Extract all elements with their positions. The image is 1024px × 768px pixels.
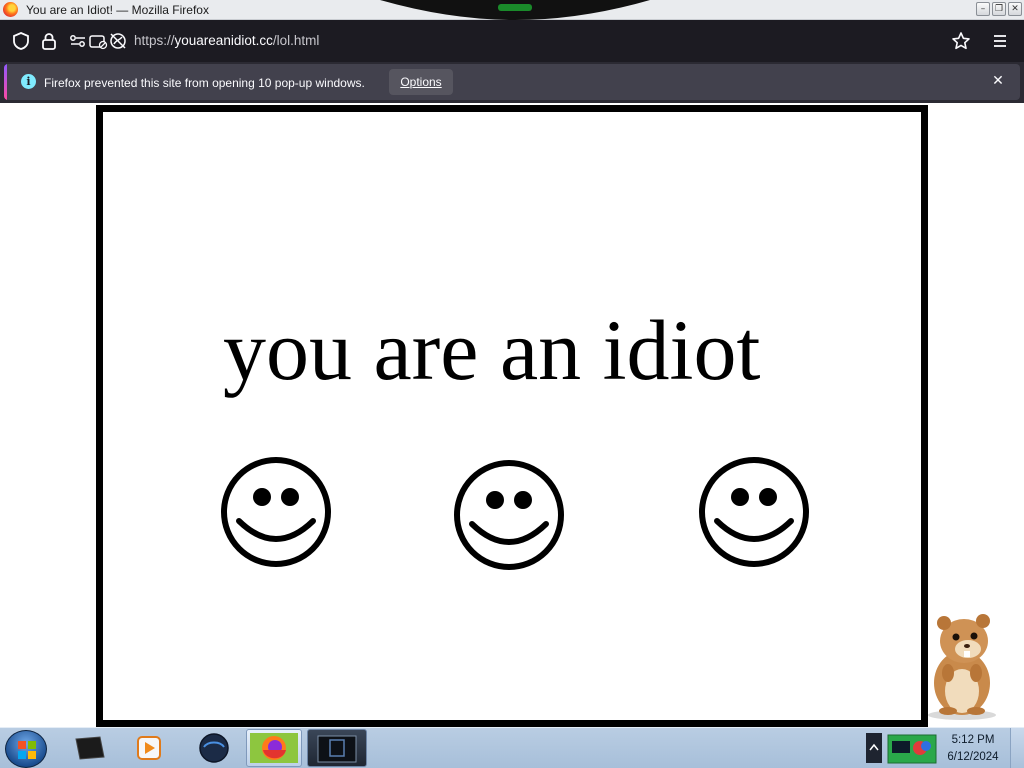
titlebar-notch-decoration	[380, 0, 650, 20]
desktop-screen: You are an Idiot! — Mozilla Firefox – ❐ …	[0, 0, 1024, 768]
clock-date: 6/12/2024	[947, 751, 999, 763]
page-content: you are an idiot	[0, 103, 1024, 727]
window-thumbnail-icon	[317, 735, 357, 763]
tray-arrow-icon	[866, 733, 882, 763]
url-path: /lol.html	[272, 33, 320, 48]
info-icon: i	[21, 74, 36, 89]
navigation-toolbar: https://youareanidiot.cc/lol.html	[0, 20, 1024, 62]
bookmark-star-icon[interactable]	[951, 31, 971, 51]
lock-icon[interactable]	[39, 31, 59, 51]
firefox-taskbar-button[interactable]	[246, 729, 302, 767]
start-button[interactable]	[5, 730, 47, 768]
page-headline: you are an idiot	[223, 302, 761, 398]
network-tray-icon[interactable]	[886, 729, 938, 767]
url-host: youareanidiot.cc	[174, 33, 273, 48]
url-prefix: https://	[134, 33, 175, 48]
smiley-face-icon	[221, 457, 331, 567]
smiley-face-icon	[454, 460, 564, 570]
shield-icon[interactable]	[11, 31, 31, 51]
notification-message: Firefox prevented this site from opening…	[44, 76, 365, 90]
clock-time: 5:12 PM	[951, 734, 995, 746]
notification-accent	[4, 64, 7, 100]
vpn-globe-icon[interactable]	[196, 729, 232, 767]
system-clock[interactable]: 5:12 PM 6/12/2024	[940, 732, 1006, 766]
tray-expand-button[interactable]	[864, 729, 884, 767]
media-player-icon[interactable]	[132, 729, 166, 767]
smiley-face-icon	[699, 457, 809, 567]
window-titlebar: You are an Idiot! — Mozilla Firefox – ❐ …	[0, 0, 1024, 20]
hamster-mascot-icon	[928, 614, 996, 720]
notification-area: i Firefox prevented this site from openi…	[0, 62, 1024, 103]
camera-blocked-icon[interactable]	[88, 31, 108, 51]
permissions-icon[interactable]	[68, 31, 88, 51]
maximize-button[interactable]: ❐	[992, 2, 1006, 16]
window-title: You are an Idiot! — Mozilla Firefox	[26, 3, 209, 17]
options-button[interactable]: Options	[389, 69, 453, 95]
windows-logo-icon	[18, 741, 36, 759]
menu-icon[interactable]	[990, 31, 1010, 51]
show-desktop-button[interactable]	[1010, 728, 1024, 768]
firefox-logo-icon	[3, 2, 18, 17]
tracking-icon[interactable]	[108, 31, 128, 51]
firefox-icon	[250, 733, 298, 763]
app-window-button[interactable]	[307, 729, 367, 767]
url-bar[interactable]: https://youareanidiot.cc/lol.html	[134, 33, 319, 48]
cmd-icon[interactable]	[70, 729, 110, 767]
minimize-button[interactable]: –	[976, 2, 990, 16]
close-notification-icon[interactable]: ✕	[989, 72, 1007, 90]
close-window-button[interactable]: ✕	[1008, 2, 1022, 16]
idiot-frame: you are an idiot	[96, 105, 928, 727]
popup-blocked-notification: i Firefox prevented this site from openi…	[4, 64, 1020, 100]
windows-taskbar: 5:12 PM 6/12/2024	[0, 727, 1024, 768]
